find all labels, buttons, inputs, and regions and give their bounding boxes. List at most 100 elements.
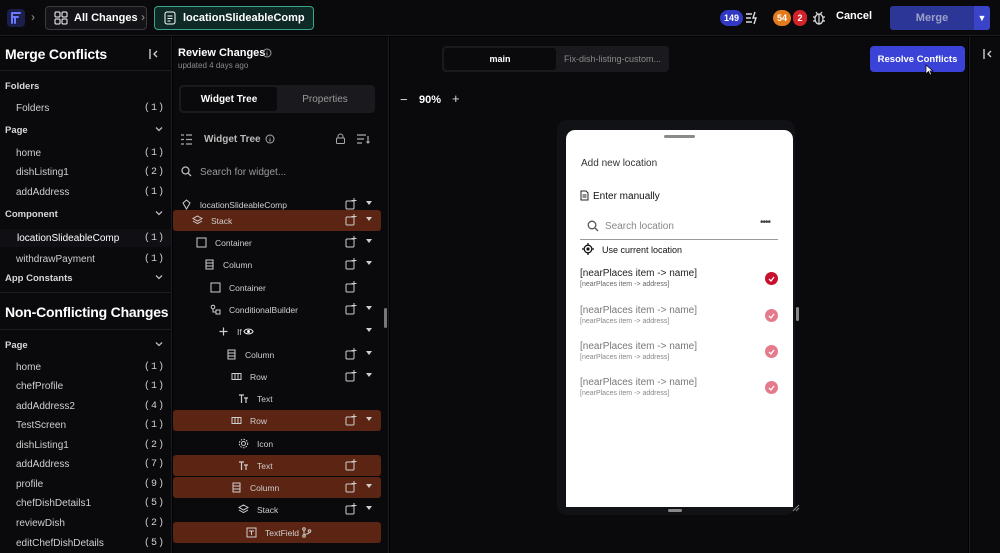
section-folders[interactable]: Folders xyxy=(0,77,171,95)
list-item-selected[interactable]: locationSlideableComp (1) xyxy=(0,229,171,247)
cancel-button[interactable]: Cancel xyxy=(836,10,872,22)
tree-node-text[interactable]: Text xyxy=(173,455,381,476)
list-item[interactable]: [nearPlaces item -> name] [nearPlaces ite… xyxy=(580,341,780,367)
tab-properties[interactable]: Properties xyxy=(277,87,373,111)
warning-count-badge[interactable]: 54 xyxy=(773,10,792,26)
tree-node-column[interactable]: Column xyxy=(173,344,381,365)
info-icon[interactable] xyxy=(262,48,272,58)
list-item[interactable]: chefDishDetails1 (5) xyxy=(0,494,171,512)
drag-handle[interactable] xyxy=(664,135,695,138)
caret-down-icon[interactable] xyxy=(366,373,372,377)
list-item[interactable]: withdrawPayment (1) xyxy=(0,250,171,268)
add-widget-icon[interactable] xyxy=(345,281,357,293)
add-widget-icon[interactable] xyxy=(345,503,357,515)
caret-down-icon[interactable] xyxy=(366,201,372,205)
tab-widget-tree[interactable]: Widget Tree xyxy=(181,87,277,111)
list-item[interactable]: addAddress (7) xyxy=(0,455,171,473)
tree-node-column[interactable]: Column xyxy=(173,477,381,498)
add-widget-icon[interactable] xyxy=(345,303,357,315)
add-widget-icon[interactable] xyxy=(345,481,357,493)
component-crumb-button[interactable]: locationSlideableComp xyxy=(154,6,314,30)
add-widget-icon[interactable] xyxy=(345,459,357,471)
branch-tab-other[interactable]: Fix-dish-listing-custom... xyxy=(558,48,667,70)
branch-tab-main[interactable]: main xyxy=(444,48,556,70)
all-changes-button[interactable]: All Changes xyxy=(45,6,147,30)
caret-down-icon[interactable] xyxy=(366,217,372,221)
add-widget-icon[interactable] xyxy=(345,348,357,360)
list-item[interactable]: [nearPlaces item -> name] [nearPlaces ite… xyxy=(580,268,780,294)
list-item[interactable]: [nearPlaces item -> name] [nearPlaces ite… xyxy=(580,305,780,331)
add-widget-icon[interactable] xyxy=(345,370,357,382)
bug-icon[interactable] xyxy=(811,10,827,26)
caret-down-icon[interactable] xyxy=(366,351,372,355)
list-item[interactable]: chefProfile (1) xyxy=(0,377,171,395)
expand-panel-icon[interactable] xyxy=(982,48,994,60)
eye-icon[interactable] xyxy=(243,326,254,337)
zoom-out-button[interactable]: − xyxy=(400,92,408,107)
add-widget-icon[interactable] xyxy=(345,236,357,248)
lightning-list-icon[interactable] xyxy=(744,10,760,26)
add-widget-icon[interactable] xyxy=(345,214,357,226)
resize-grip-icon[interactable] xyxy=(792,504,800,512)
section-nc-page[interactable]: Page xyxy=(0,336,171,354)
list-item[interactable]: addAddress (1) xyxy=(0,183,171,201)
section-page[interactable]: Page xyxy=(0,121,171,139)
tree-node-stack[interactable]: Stack xyxy=(173,499,381,520)
use-current-location[interactable]: Use current location xyxy=(602,245,682,255)
caret-down-icon[interactable] xyxy=(366,506,372,510)
add-widget-icon[interactable] xyxy=(345,258,357,270)
add-widget-icon[interactable] xyxy=(345,414,357,426)
tree-node-stack[interactable]: Stack xyxy=(173,210,381,231)
section-app-constants[interactable]: App Constants xyxy=(0,269,171,287)
caret-down-icon[interactable] xyxy=(366,328,372,332)
device-resize-handle-right[interactable] xyxy=(796,307,799,321)
lock-icon[interactable] xyxy=(335,133,346,144)
device-resize-handle-bottom[interactable] xyxy=(668,509,682,512)
tree-node-if[interactable]: If xyxy=(173,321,381,342)
tree-node-row[interactable]: Row xyxy=(173,366,381,387)
list-item[interactable]: profile (9) xyxy=(0,475,171,493)
list-item[interactable]: editChefDishDetails (5) xyxy=(0,534,171,552)
resolve-conflicts-button[interactable]: Resolve Conflicts xyxy=(870,46,965,72)
merge-button[interactable]: Merge xyxy=(890,6,974,30)
check-circle-icon[interactable] xyxy=(765,345,778,358)
list-item[interactable]: Folders (1) xyxy=(0,99,171,117)
check-circle-icon[interactable] xyxy=(765,272,778,285)
list-item[interactable]: home (1) xyxy=(0,358,171,376)
tree-node-textfield[interactable]: TextField xyxy=(173,522,381,543)
list-item[interactable]: TestScreen (1) xyxy=(0,416,171,434)
caret-down-icon[interactable] xyxy=(366,239,372,243)
tree-node-conditionalbuilder[interactable]: ConditionalBuilder xyxy=(173,299,381,320)
list-item[interactable]: dishListing1 (2) xyxy=(0,436,171,454)
add-widget-icon[interactable] xyxy=(345,198,357,210)
zoom-in-button[interactable]: + xyxy=(452,91,460,106)
list-item[interactable]: home (1) xyxy=(0,144,171,162)
section-component[interactable]: Component xyxy=(0,205,171,223)
enter-manually-label[interactable]: Enter manually xyxy=(593,191,660,202)
tree-node-column[interactable]: Column xyxy=(173,254,381,275)
caret-down-icon[interactable] xyxy=(366,484,372,488)
tree-node-icon[interactable]: Icon xyxy=(173,433,381,454)
list-item[interactable]: dishListing1 (2) xyxy=(0,163,171,181)
tree-node-row[interactable]: Row xyxy=(173,410,381,431)
tree-node-container[interactable]: Container xyxy=(173,277,381,298)
merge-options-chevron-icon[interactable]: ▼ xyxy=(974,6,990,30)
check-circle-icon[interactable] xyxy=(765,381,778,394)
list-item[interactable]: reviewDish (2) xyxy=(0,514,171,532)
search-location-input[interactable]: Search location •••• xyxy=(580,214,778,240)
tree-scrollbar[interactable] xyxy=(384,308,387,328)
app-logo-icon[interactable] xyxy=(6,8,26,28)
caret-down-icon[interactable] xyxy=(366,417,372,421)
widget-search-input[interactable]: Search for widget... xyxy=(173,161,383,183)
collapse-panel-icon[interactable] xyxy=(148,48,160,60)
sort-icon[interactable] xyxy=(356,133,370,145)
info-icon[interactable] xyxy=(265,134,275,144)
list-item[interactable]: [nearPlaces item -> name] [nearPlaces ite… xyxy=(580,377,780,403)
list-item[interactable]: addAddress2 (4) xyxy=(0,397,171,415)
error-count-badge[interactable]: 2 xyxy=(793,10,807,26)
tree-node-container[interactable]: Container xyxy=(173,232,381,253)
check-circle-icon[interactable] xyxy=(765,309,778,322)
change-count-badge[interactable]: 149 xyxy=(720,10,744,26)
caret-down-icon[interactable] xyxy=(366,261,372,265)
tree-node-text[interactable]: Text xyxy=(173,388,381,409)
